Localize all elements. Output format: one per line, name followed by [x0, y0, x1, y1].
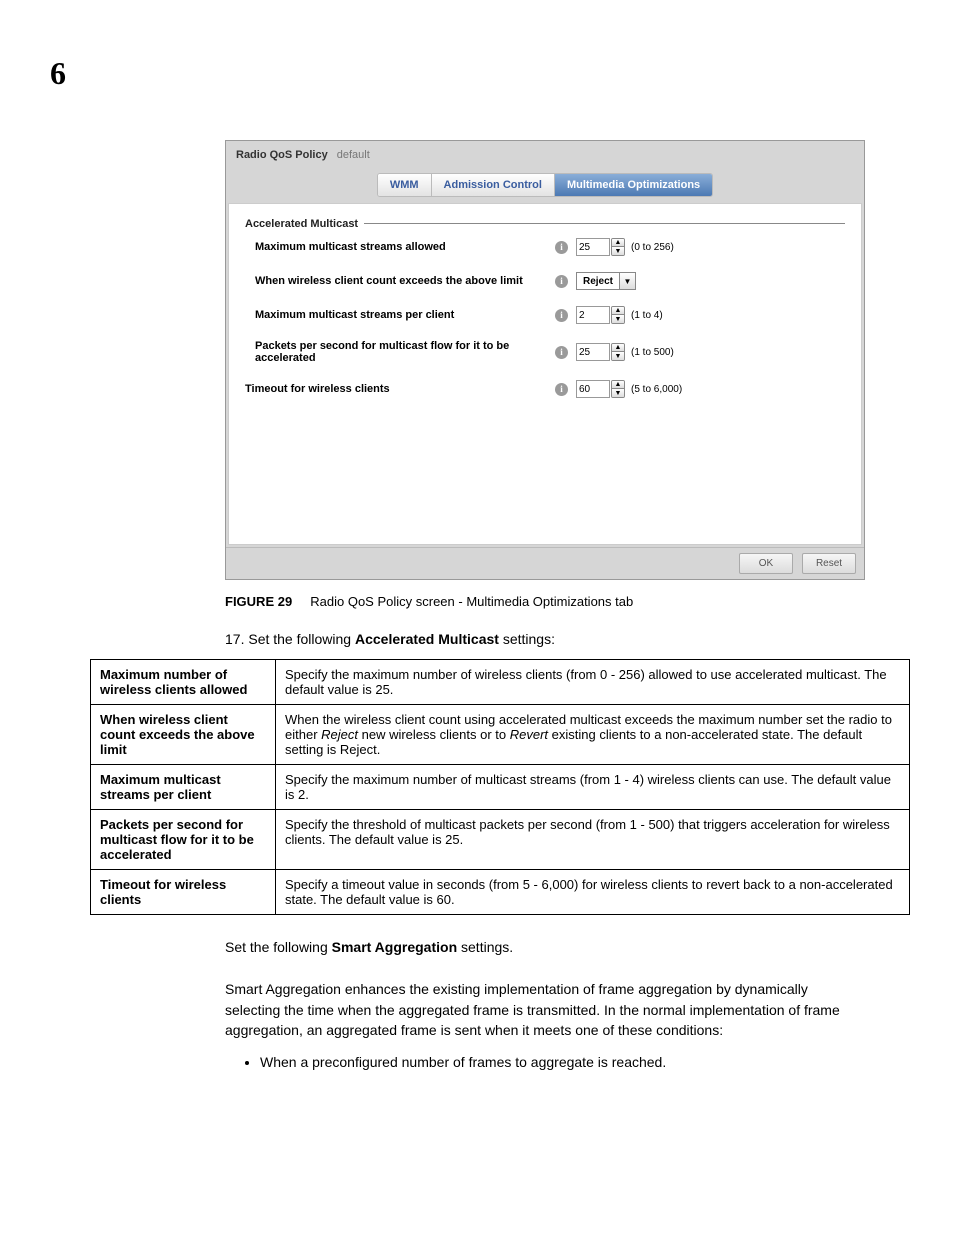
- screenshot-panel: Radio QoS Policy default WMM Admission C…: [225, 140, 865, 580]
- ok-button[interactable]: OK: [739, 553, 793, 574]
- tab-multimedia-optimizations[interactable]: Multimedia Optimizations: [555, 174, 712, 196]
- spinner-pps[interactable]: ▲▼: [611, 343, 625, 361]
- range-max-per-client: (1 to 4): [631, 310, 663, 321]
- tab-admission-control[interactable]: Admission Control: [432, 174, 555, 196]
- bullet-list: When a preconfigured number of frames to…: [260, 1054, 854, 1070]
- label-max-per-client: Maximum multicast streams per client: [255, 309, 555, 321]
- select-value: Reject: [577, 276, 619, 287]
- step-suffix: settings:: [499, 631, 555, 647]
- desc-cell: Specify the maximum number of wireless c…: [276, 660, 910, 705]
- desc-cell: When the wireless client count using acc…: [276, 705, 910, 765]
- label-max-streams-allowed: Maximum multicast streams allowed: [255, 241, 555, 253]
- spinner-up-icon[interactable]: ▲: [612, 307, 624, 315]
- para-smart-aggregation-body: Smart Aggregation enhances the existing …: [225, 979, 854, 1040]
- info-icon[interactable]: i: [555, 383, 568, 396]
- input-max-streams-allowed[interactable]: [576, 238, 610, 256]
- spinner-max-per-client[interactable]: ▲▼: [611, 306, 625, 324]
- policy-name: default: [337, 149, 370, 161]
- spinner-up-icon[interactable]: ▲: [612, 239, 624, 247]
- row-max-streams-allowed: Maximum multicast streams allowed i ▲▼ (…: [255, 238, 845, 256]
- step-bold: Accelerated Multicast: [355, 631, 499, 647]
- figure-number: FIGURE 29: [225, 594, 292, 609]
- table-row: Maximum number of wireless clients allow…: [91, 660, 910, 705]
- term-cell: When wireless client count exceeds the a…: [91, 705, 276, 765]
- info-icon[interactable]: i: [555, 309, 568, 322]
- desc-cell: Specify a timeout value in seconds (from…: [276, 870, 910, 915]
- step-prefix: 17. Set the following: [225, 631, 355, 647]
- spinner-down-icon[interactable]: ▼: [612, 315, 624, 323]
- spinner-up-icon[interactable]: ▲: [612, 344, 624, 352]
- list-item: When a preconfigured number of frames to…: [260, 1054, 854, 1070]
- spinner-down-icon[interactable]: ▼: [612, 352, 624, 360]
- table-row: Timeout for wireless clients Specify a t…: [91, 870, 910, 915]
- row-when-exceeds: When wireless client count exceeds the a…: [255, 272, 845, 290]
- page-number: 6: [50, 55, 66, 92]
- figure-caption-text: Radio QoS Policy screen - Multimedia Opt…: [310, 594, 633, 609]
- fieldset-label: Accelerated Multicast: [245, 218, 364, 230]
- table-row: Maximum multicast streams per client Spe…: [91, 765, 910, 810]
- reset-button[interactable]: Reset: [802, 553, 856, 574]
- figure-caption: FIGURE 29 Radio QoS Policy screen - Mult…: [225, 594, 904, 609]
- spinner-down-icon[interactable]: ▼: [612, 389, 624, 397]
- tab-wmm[interactable]: WMM: [378, 174, 432, 196]
- term-cell: Maximum number of wireless clients allow…: [91, 660, 276, 705]
- term-cell: Maximum multicast streams per client: [91, 765, 276, 810]
- term-cell: Timeout for wireless clients: [91, 870, 276, 915]
- desc-cell: Specify the maximum number of multicast …: [276, 765, 910, 810]
- select-when-exceeds[interactable]: Reject ▼: [576, 272, 636, 290]
- settings-table: Maximum number of wireless clients allow…: [90, 659, 910, 915]
- spinner-max-streams-allowed[interactable]: ▲▼: [611, 238, 625, 256]
- info-icon[interactable]: i: [555, 241, 568, 254]
- spinner-up-icon[interactable]: ▲: [612, 381, 624, 389]
- info-icon[interactable]: i: [555, 346, 568, 359]
- range-timeout: (5 to 6,000): [631, 384, 682, 395]
- row-max-per-client: Maximum multicast streams per client i ▲…: [255, 306, 845, 324]
- spinner-timeout[interactable]: ▲▼: [611, 380, 625, 398]
- input-max-per-client[interactable]: [576, 306, 610, 324]
- input-timeout[interactable]: [576, 380, 610, 398]
- label-when-exceeds: When wireless client count exceeds the a…: [255, 275, 555, 287]
- row-timeout: Timeout for wireless clients i ▲▼ (5 to …: [245, 380, 845, 398]
- label-pps: Packets per second for multicast flow fo…: [255, 340, 567, 364]
- panel-title: Radio QoS Policy: [236, 149, 328, 161]
- table-row: Packets per second for multicast flow fo…: [91, 810, 910, 870]
- form-pane: Accelerated Multicast Maximum multicast …: [228, 203, 862, 545]
- row-pps: Packets per second for multicast flow fo…: [255, 340, 845, 364]
- term-cell: Packets per second for multicast flow fo…: [91, 810, 276, 870]
- label-timeout: Timeout for wireless clients: [245, 383, 555, 395]
- panel-titlebar: Radio QoS Policy default: [226, 141, 864, 169]
- table-row: When wireless client count exceeds the a…: [91, 705, 910, 765]
- tabs: WMM Admission Control Multimedia Optimiz…: [377, 173, 713, 197]
- desc-cell: Specify the threshold of multicast packe…: [276, 810, 910, 870]
- para-smart-aggregation-intro: Set the following Smart Aggregation sett…: [225, 937, 854, 957]
- panel-footer: OK Reset: [226, 547, 864, 579]
- step-17: 17. Set the following Accelerated Multic…: [225, 631, 904, 647]
- chevron-down-icon[interactable]: ▼: [619, 273, 635, 289]
- range-pps: (1 to 500): [631, 347, 674, 358]
- input-pps[interactable]: [576, 343, 610, 361]
- info-icon[interactable]: i: [555, 275, 568, 288]
- spinner-down-icon[interactable]: ▼: [612, 247, 624, 255]
- range-max-streams-allowed: (0 to 256): [631, 242, 674, 253]
